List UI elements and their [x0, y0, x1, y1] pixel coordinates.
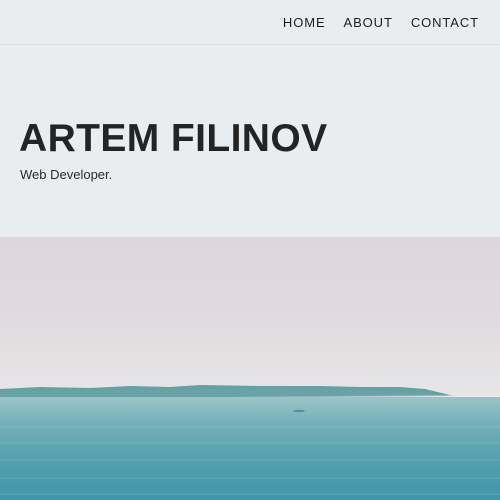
nav-link-about[interactable]: ABOUT	[344, 15, 393, 31]
small-boat	[293, 409, 305, 413]
hero-tagline: Web Developer.	[20, 167, 113, 182]
hero-section: ARTEM FILINOV Web Developer.	[19, 117, 328, 183]
page: HOME ABOUT CONTACT ARTEM FILINOV Web Dev…	[0, 0, 500, 500]
sky	[0, 237, 500, 400]
nav-link-home[interactable]: HOME	[283, 15, 326, 31]
sea-landscape-photo	[0, 237, 500, 500]
main-nav: HOME ABOUT CONTACT	[283, 15, 479, 31]
nav-link-contact[interactable]: CONTACT	[411, 15, 479, 31]
hero-name-heading: ARTEM FILINOV	[19, 117, 328, 160]
top-navigation-bar: HOME ABOUT CONTACT	[0, 0, 500, 45]
